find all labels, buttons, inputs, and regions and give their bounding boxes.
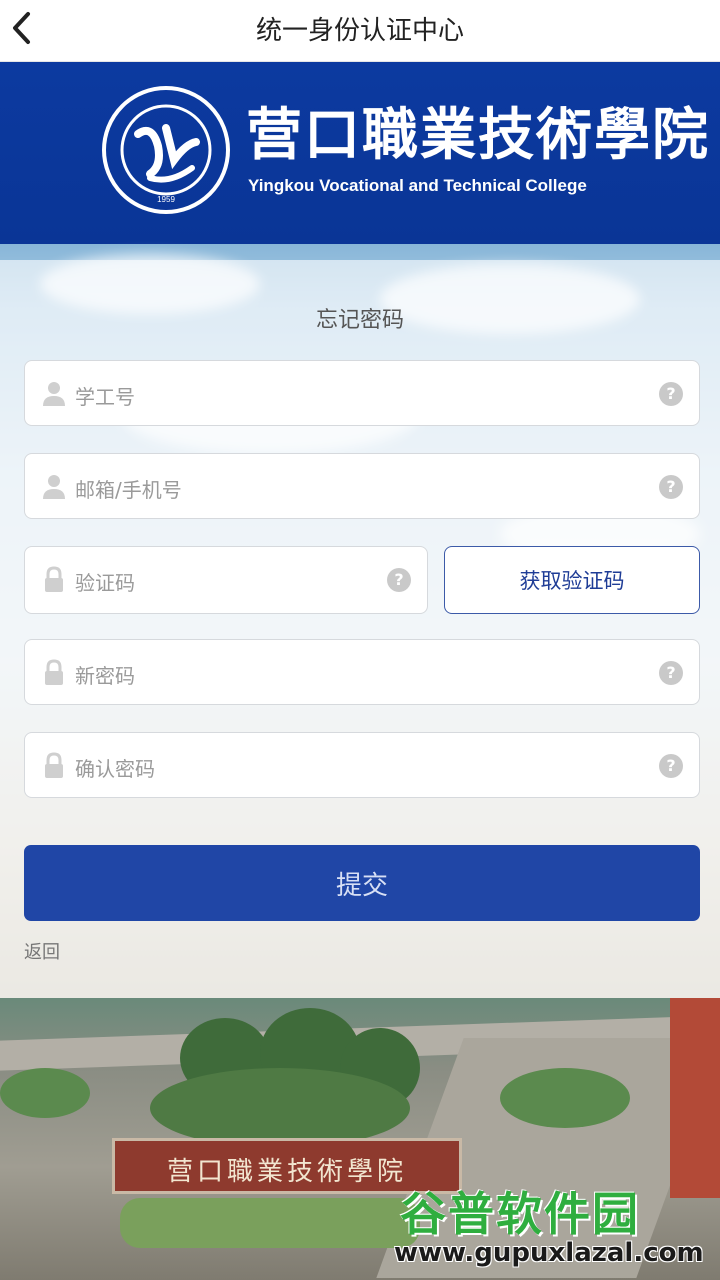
help-icon[interactable]: ? [659,754,683,778]
lock-icon [45,752,63,778]
student-id-placeholder: 学工号 [75,385,135,409]
help-icon[interactable]: ? [659,661,683,685]
help-icon[interactable]: ? [659,475,683,499]
help-icon[interactable]: ? [659,382,683,406]
college-emblem-icon: 1959 [102,86,230,214]
watermark-cn: 谷普软件园 [400,1187,640,1241]
student-id-field[interactable]: 学工号 ? [24,360,700,426]
confirm-password-field[interactable]: 确认密码 ? [24,732,700,798]
verification-code-field[interactable]: 验证码 ? [24,546,428,614]
college-name-en: Yingkou Vocational and Technical College [248,176,587,195]
email-phone-field[interactable]: 邮箱/手机号 ? [24,453,700,519]
emblem-year: 1959 [157,195,175,204]
watermark-url: www.gupuxlazal.com [394,1238,704,1268]
submit-button[interactable]: 提交 [24,845,700,921]
top-nav-bar: 统一身份认证中心 [0,0,720,62]
confirm-password-placeholder: 确认密码 [75,757,155,781]
lock-icon [45,566,63,592]
form-title: 忘记密码 [315,308,404,333]
lock-icon [45,659,63,685]
return-link[interactable]: 返回 [24,938,60,964]
email-phone-placeholder: 邮箱/手机号 [75,478,182,502]
help-icon[interactable]: ? [387,568,411,592]
college-banner: 1959 营口職業技術學院 Yingkou Vocational and Tec… [0,62,720,244]
new-password-placeholder: 新密码 [75,664,135,688]
college-name-cn: 营口職業技術學院 [246,102,710,168]
get-code-button[interactable]: 获取验证码 [444,546,700,614]
user-icon [43,382,65,406]
new-password-field[interactable]: 新密码 ? [24,639,700,705]
page-title: 统一身份认证中心 [255,16,464,46]
verification-code-placeholder: 验证码 [75,571,135,595]
user-icon [43,475,65,499]
